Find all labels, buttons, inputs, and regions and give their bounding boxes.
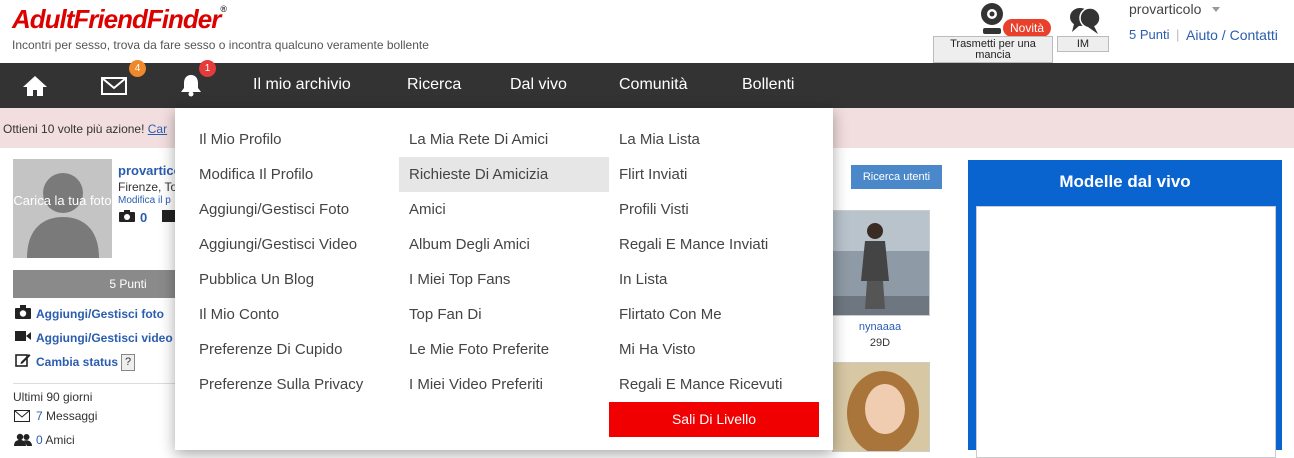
messages-stat[interactable]: 7 Messaggi [36,409,97,423]
menu-favorite-photos[interactable]: Le Mie Foto Preferite [399,332,609,367]
profile-location: Firenze, To [118,180,178,194]
menu-profiles-viewed[interactable]: Profili Visti [609,192,819,227]
member-photo [833,363,929,455]
video-icon [162,210,176,222]
menu-gifts-received[interactable]: Regali E Mance Ricevuti [609,367,819,402]
separator: | [1176,27,1180,42]
home-icon[interactable] [22,75,48,97]
menu-flirts-sent[interactable]: Flirt Inviati [609,157,819,192]
dropdown-column-2: La Mia Rete Di Amici Richieste Di Amiciz… [399,122,609,402]
nav-search[interactable]: Ricerca [407,76,461,94]
points-link[interactable]: 5 Punti [1129,27,1169,42]
manage-photos-link[interactable]: Aggiungi/Gestisci foto [36,307,164,321]
menu-listed[interactable]: In Lista [609,262,819,297]
dropdown-column-1: Il Mio Profilo Modifica Il Profilo Aggiu… [175,122,385,402]
friends-icon [14,433,32,446]
menu-manage-photos[interactable]: Aggiungi/Gestisci Foto [175,192,385,227]
profile-name-link[interactable]: provartico [118,163,182,178]
member-photo-thumbnail[interactable] [832,210,930,316]
new-badge: Novità [1003,19,1052,37]
im-button[interactable]: IM [1057,36,1109,52]
upload-photo-label: Carica la tua foto [13,193,112,208]
help-contact-link[interactable]: Aiuto / Contatti [1186,27,1278,43]
menu-manage-videos[interactable]: Aggiungi/Gestisci Video [175,227,385,262]
upgrade-button[interactable]: Sali Di Livello [609,402,819,437]
menu-favorite-videos[interactable]: I Miei Video Preferiti [399,367,609,402]
friends-stat[interactable]: 0 Amici [36,433,75,447]
promo-text: Ottieni 10 volte più azione! [3,122,145,136]
member-age: 29D [869,337,891,349]
menu-edit-profile[interactable]: Modifica Il Profilo [175,157,385,192]
menu-top-fan-of[interactable]: Top Fan Di [399,297,609,332]
nav-community[interactable]: Comunità [619,76,687,94]
mail-count-badge: 4 [129,60,146,77]
nav-live[interactable]: Dal vivo [510,76,567,94]
broadcast-button[interactable]: Trasmetti per una mancia [933,36,1053,63]
menu-my-top-fans[interactable]: I Miei Top Fans [399,262,609,297]
change-status-link[interactable]: Cambia status [36,355,118,369]
dropdown-column-3: La Mia Lista Flirt Inviati Profili Visti… [609,122,819,402]
search-users-button[interactable]: Ricerca utenti [851,165,942,189]
menu-viewed-me[interactable]: Mi Ha Visto [609,332,819,367]
menu-publish-blog[interactable]: Pubblica Un Blog [175,262,385,297]
menu-friends[interactable]: Amici [399,192,609,227]
nav-my-archive[interactable]: Il mio archivio [253,76,351,94]
menu-friends-albums[interactable]: Album Degli Amici [399,227,609,262]
camera-icon [15,305,31,319]
my-archive-dropdown: Il Mio Profilo Modifica Il Profilo Aggiu… [175,108,833,450]
menu-gifts-sent[interactable]: Regali E Mance Inviati [609,227,819,262]
member-photo [833,211,929,315]
site-tagline: Incontri per sesso, trova da fare sesso … [12,38,429,52]
nav-hot[interactable]: Bollenti [742,76,794,94]
promo-link[interactable]: Car [148,122,167,136]
member-photo-thumbnail[interactable] [832,362,930,455]
edit-icon [15,354,31,367]
live-models-panel: Modelle dal vivo [968,160,1282,458]
menu-my-list[interactable]: La Mia Lista [609,122,819,157]
live-models-content [976,206,1276,458]
photo-count[interactable]: 0 [140,210,147,225]
menu-friend-requests[interactable]: Richieste Di Amicizia [399,157,609,192]
chat-bubbles-icon[interactable] [1068,4,1102,36]
menu-cupid-preferences[interactable]: Preferenze Di Cupido [175,332,385,367]
menu-friends-network[interactable]: La Mia Rete Di Amici [399,122,609,157]
envelope-icon [14,410,30,422]
webcam-icon[interactable] [978,2,1006,36]
edit-profile-link[interactable]: Modifica il p [118,195,171,206]
menu-my-account[interactable]: Il Mio Conto [175,297,385,332]
member-username-link[interactable]: nynaaaa [832,321,928,333]
site-logo[interactable]: AdultFriendFinder® [12,4,227,35]
camera-icon [119,210,135,222]
manage-videos-link[interactable]: Aggiungi/Gestisci video [36,331,173,345]
notification-count-badge: 1 [199,60,216,77]
bell-icon[interactable] [180,73,202,97]
live-models-title: Modelle dal vivo [1059,172,1191,191]
help-question-button[interactable]: ? [121,354,135,371]
mail-icon[interactable] [101,77,127,95]
upload-photo-placeholder[interactable]: Carica la tua foto [13,159,112,258]
video-camera-icon [15,331,31,341]
menu-my-profile[interactable]: Il Mio Profilo [175,122,385,157]
last-90-days-label: Ultimi 90 giorni [13,390,93,404]
main-navbar: 4 1 Il mio archivio Ricerca Dal vivo Com… [0,60,1294,108]
menu-flirted-with-me[interactable]: Flirtato Con Me [609,297,819,332]
username-menu[interactable]: provarticolo [1129,1,1201,17]
menu-privacy-preferences[interactable]: Preferenze Sulla Privacy [175,367,385,402]
chevron-down-icon[interactable] [1212,7,1220,12]
